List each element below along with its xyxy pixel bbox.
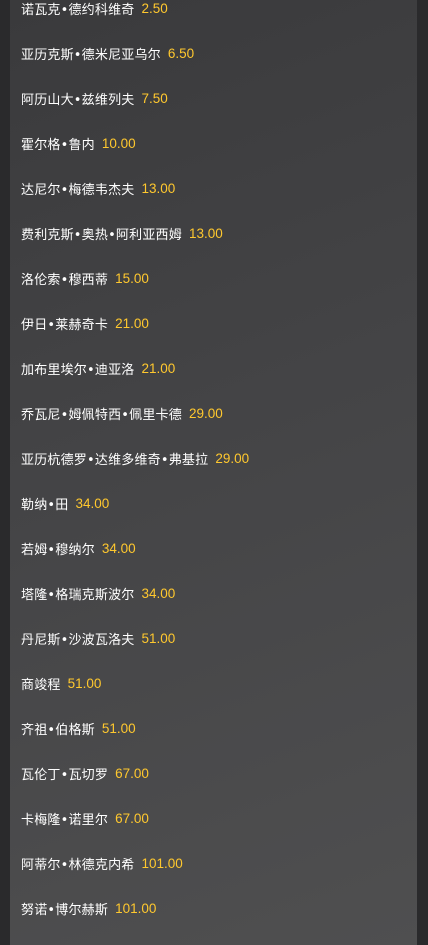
list-item[interactable]: 卡梅隆•诺里尔 67.00 bbox=[10, 796, 417, 841]
list-item[interactable]: 亚历克斯•德米尼亚乌尔 6.50 bbox=[10, 31, 417, 76]
player-odds: 15.00 bbox=[115, 271, 149, 286]
player-odds: 6.50 bbox=[167, 46, 195, 61]
player-name: 亚历克斯•德米尼亚乌尔 bbox=[21, 48, 161, 63]
player-name: 阿蒂尔•林德克内希 bbox=[21, 858, 135, 873]
player-name: 霍尔格•鲁内 bbox=[21, 138, 95, 153]
list-item[interactable]: 商竣程 51.00 bbox=[10, 661, 417, 706]
list-item[interactable]: 阿历山大•兹维列夫 7.50 bbox=[10, 76, 417, 121]
player-odds: 51.00 bbox=[141, 631, 176, 646]
player-name: 商竣程 bbox=[21, 678, 61, 693]
player-name: 若姆•穆纳尔 bbox=[21, 543, 95, 558]
list-item[interactable]: 伊日•莱赫奇卡 21.00 bbox=[10, 301, 417, 346]
odds-list: 诺瓦克•德约科维奇 2.50 亚历克斯•德米尼亚乌尔 6.50 阿历山大•兹维列夫 7… bbox=[10, 0, 417, 931]
player-name: 加布里埃尔•迪亚洛 bbox=[21, 363, 135, 378]
player-odds: 67.00 bbox=[115, 766, 149, 781]
list-item[interactable]: 勒纳•田 34.00 bbox=[10, 481, 417, 526]
player-name: 伊日•莱赫奇卡 bbox=[21, 318, 109, 333]
player-odds: 34.00 bbox=[75, 496, 110, 511]
list-item[interactable]: 乔瓦尼•姆佩特西•佩里卡德 29.00 bbox=[10, 391, 417, 436]
player-odds: 13.00 bbox=[188, 226, 223, 241]
player-name: 丹尼斯•沙波瓦洛夫 bbox=[21, 633, 135, 648]
player-name: 诺瓦克•德约科维奇 bbox=[21, 3, 135, 18]
player-name: 达尼尔•梅德韦杰夫 bbox=[21, 183, 135, 198]
list-item[interactable]: 努诺•博尔赫斯 101.00 bbox=[10, 886, 417, 931]
player-odds: 101.00 bbox=[115, 901, 157, 916]
player-odds: 29.00 bbox=[188, 406, 223, 421]
player-odds: 7.50 bbox=[141, 91, 168, 106]
player-odds: 21.00 bbox=[141, 361, 176, 376]
list-item[interactable]: 齐祖•伯格斯 51.00 bbox=[10, 706, 417, 751]
player-odds: 101.00 bbox=[141, 856, 183, 871]
odds-panel: 诺瓦克•德约科维奇 2.50 亚历克斯•德米尼亚乌尔 6.50 阿历山大•兹维列夫 7… bbox=[10, 0, 417, 945]
player-odds: 13.00 bbox=[141, 181, 176, 196]
list-item[interactable]: 诺瓦克•德约科维奇 2.50 bbox=[10, 0, 417, 31]
player-name: 费利克斯•奥热•阿利亚西姆 bbox=[21, 228, 182, 243]
player-odds: 34.00 bbox=[101, 541, 136, 556]
list-item[interactable]: 塔隆•格瑞克斯波尔 34.00 bbox=[10, 571, 417, 616]
player-odds: 10.00 bbox=[101, 136, 136, 151]
player-odds: 2.50 bbox=[141, 1, 168, 16]
list-item[interactable]: 阿蒂尔•林德克内希 101.00 bbox=[10, 841, 417, 886]
list-item[interactable]: 瓦伦丁•瓦切罗 67.00 bbox=[10, 751, 417, 796]
list-item[interactable]: 洛伦索•穆西蒂 15.00 bbox=[10, 256, 417, 301]
player-name: 乔瓦尼•姆佩特西•佩里卡德 bbox=[21, 408, 182, 423]
list-item[interactable]: 若姆•穆纳尔 34.00 bbox=[10, 526, 417, 571]
player-odds: 34.00 bbox=[141, 586, 176, 601]
player-name: 阿历山大•兹维列夫 bbox=[21, 93, 135, 108]
list-item[interactable]: 丹尼斯•沙波瓦洛夫 51.00 bbox=[10, 616, 417, 661]
player-name: 瓦伦丁•瓦切罗 bbox=[21, 768, 109, 783]
list-item[interactable]: 亚历杭德罗•达维多维奇•弗基拉 29.00 bbox=[10, 436, 417, 481]
player-odds: 67.00 bbox=[115, 811, 149, 826]
list-item[interactable]: 加布里埃尔•迪亚洛 21.00 bbox=[10, 346, 417, 391]
player-name: 努诺•博尔赫斯 bbox=[21, 903, 109, 918]
player-name: 亚历杭德罗•达维多维奇•弗基拉 bbox=[21, 453, 209, 468]
player-name: 卡梅隆•诺里尔 bbox=[21, 813, 109, 828]
player-odds: 51.00 bbox=[101, 721, 136, 736]
player-name: 勒纳•田 bbox=[21, 498, 69, 513]
player-name: 塔隆•格瑞克斯波尔 bbox=[21, 588, 135, 603]
list-item[interactable]: 费利克斯•奥热•阿利亚西姆 13.00 bbox=[10, 211, 417, 256]
list-item[interactable]: 霍尔格•鲁内 10.00 bbox=[10, 121, 417, 166]
player-odds: 21.00 bbox=[115, 316, 149, 331]
player-odds: 51.00 bbox=[67, 676, 102, 691]
player-name: 齐祖•伯格斯 bbox=[21, 723, 95, 738]
player-name: 洛伦索•穆西蒂 bbox=[21, 273, 109, 288]
player-odds: 29.00 bbox=[215, 451, 250, 466]
list-item[interactable]: 达尼尔•梅德韦杰夫 13.00 bbox=[10, 166, 417, 211]
